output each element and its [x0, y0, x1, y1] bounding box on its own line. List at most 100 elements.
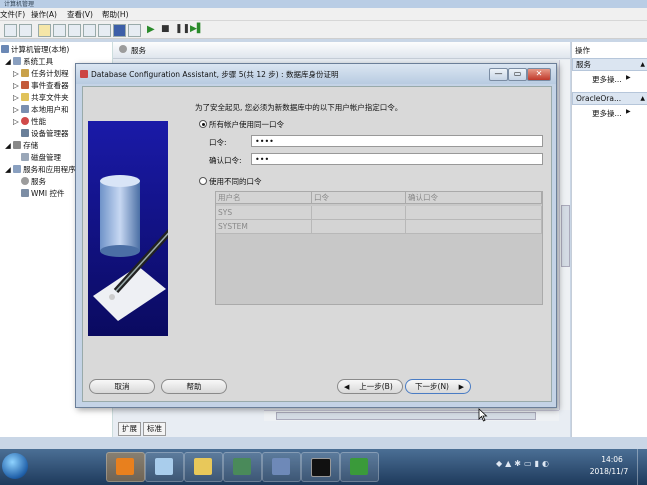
tree-item-storage[interactable]: ◢ 存储 [5, 140, 38, 151]
services-pane-header: 服务 [113, 42, 570, 59]
window-title: 计算机管理 [4, 1, 35, 8]
vertical-scrollbar[interactable] [559, 60, 570, 410]
table-cell-password[interactable] [312, 206, 406, 220]
dialog-title: Database Configuration Assistant, 步骤 5(共… [91, 70, 339, 79]
more-actions-services[interactable]: 更多操... ▶ [592, 74, 631, 85]
wmi-icon [21, 189, 29, 197]
tree-item-computer-management[interactable]: 计算机管理(本地) [1, 44, 69, 55]
instruction-text: 为了安全起见, 您必须为新数据库中的以下用户帐户指定口令。 [195, 103, 403, 112]
scrollbar-thumb[interactable] [276, 412, 536, 420]
menu-action[interactable]: 操作(A) [31, 9, 57, 20]
tree-item-task-scheduler[interactable]: ▷ 任务计划程 [13, 68, 69, 79]
maximize-button[interactable]: ▭ [508, 68, 527, 81]
show-tree-icon[interactable] [53, 24, 66, 37]
collapse-icon[interactable]: ▲ [640, 93, 645, 104]
tree-item-disk-management[interactable]: 磁盘管理 [21, 152, 61, 163]
taskbar-app-computer-management[interactable] [106, 452, 145, 482]
back-button[interactable]: ◀ 上一步(B) [337, 379, 403, 394]
confirm-password-field[interactable]: ••• [251, 153, 543, 165]
clock-date[interactable]: 2018/11/7 [585, 467, 633, 476]
actions-group-oracle[interactable]: OracleOra... ▲ [572, 92, 647, 105]
radio-same-password[interactable]: 所有帐户使用同一口令 [199, 119, 284, 130]
table-cell-confirm[interactable] [406, 206, 542, 220]
folder-up-icon[interactable] [38, 24, 51, 37]
minimize-button[interactable]: — [489, 68, 508, 81]
radio-different-password[interactable]: 使用不同的口令 [199, 176, 262, 187]
properties-icon[interactable] [98, 24, 111, 37]
tree-item-device-manager[interactable]: 设备管理器 [21, 128, 69, 139]
refresh-icon[interactable] [83, 24, 96, 37]
close-button[interactable]: ✕ [527, 68, 551, 81]
horizontal-scrollbar[interactable] [264, 410, 559, 421]
taskbar-app-network[interactable] [262, 452, 301, 482]
collapse-icon[interactable]: ▲ [640, 59, 645, 70]
taskbar-app-database[interactable] [340, 452, 379, 482]
taskbar-app-server[interactable] [145, 452, 184, 482]
submenu-arrow-icon: ▶ [626, 74, 631, 81]
actions-pane: 操作 服务 ▲ 更多操... ▶ OracleOra... ▲ 更多操... ▶ [571, 42, 647, 437]
start-button[interactable] [2, 453, 28, 479]
export-icon[interactable] [68, 24, 81, 37]
shared-folder-icon [21, 93, 30, 101]
column-header-password[interactable]: 口令 [312, 192, 406, 204]
device-manager-icon [21, 129, 29, 137]
dialog-titlebar[interactable]: Database Configuration Assistant, 步骤 5(共… [76, 64, 556, 84]
tree-item-local-users[interactable]: ▷ 本地用户和 [13, 104, 69, 115]
taskbar-app-explorer[interactable] [184, 452, 223, 482]
taskbar-app-cmd[interactable] [301, 452, 340, 482]
help-button[interactable]: 帮助 [161, 379, 227, 394]
cancel-button[interactable]: 取消 [89, 379, 155, 394]
tree-item-services-apps[interactable]: ◢ 服务和应用程序 [5, 164, 76, 175]
password-label: 口令: [209, 138, 227, 147]
disk-icon [21, 153, 29, 161]
back-icon[interactable] [4, 24, 17, 37]
column-header-confirm[interactable]: 确认口令 [406, 192, 542, 204]
window-titlebar: 计算机管理 [0, 0, 647, 8]
table-cell-password[interactable] [312, 220, 406, 234]
storage-icon [13, 141, 22, 149]
tree-item-system-tools[interactable]: ◢ 系统工具 [5, 56, 53, 67]
dbca-illustration [88, 121, 168, 336]
gear-icon [119, 45, 127, 53]
tree-item-event-viewer[interactable]: ▷ 事件查看器 [13, 80, 69, 91]
image-icon [233, 458, 251, 475]
menu-file[interactable]: 文件(F) [0, 9, 25, 20]
tree-item-shared-folders[interactable]: ▷ 共享文件夹 [13, 92, 69, 103]
taskbar: ◆▲✱▭▮◐ 14:06 2018/11/7 [0, 449, 647, 485]
next-button[interactable]: 下一步(N) ▶ [405, 379, 471, 394]
tree-item-services[interactable]: 服务 [21, 176, 46, 187]
tab-standard[interactable]: 标准 [143, 422, 166, 436]
back-arrow-icon: ◀ [344, 383, 350, 391]
computer-icon [1, 45, 9, 53]
play-icon[interactable]: ▶ [147, 24, 155, 35]
actions-group-services[interactable]: 服务 ▲ [572, 58, 647, 71]
tab-extended[interactable]: 扩展 [118, 422, 141, 436]
dbca-dialog: Database Configuration Assistant, 步骤 5(共… [75, 63, 557, 408]
tree-item-performance[interactable]: ▷ 性能 [13, 116, 46, 127]
table-cell-confirm[interactable] [406, 220, 542, 234]
pause-icon[interactable]: ❚❚ [175, 24, 190, 34]
mouse-cursor-icon [478, 408, 488, 422]
view-icon[interactable] [128, 24, 141, 37]
stop-icon[interactable]: ■ [161, 24, 170, 34]
menu-help[interactable]: 帮助(H) [102, 9, 129, 20]
server-icon [155, 458, 173, 475]
taskbar-app-remote[interactable] [223, 452, 262, 482]
more-actions-oracle[interactable]: 更多操... ▶ [592, 108, 631, 119]
help-icon[interactable] [113, 24, 126, 37]
password-field[interactable]: •••• [251, 135, 543, 147]
table-cell-username: SYSTEM [216, 220, 312, 234]
scrollbar-thumb[interactable] [561, 205, 570, 267]
forward-icon[interactable] [19, 24, 32, 37]
clock-icon [21, 69, 30, 77]
tree-item-wmi[interactable]: WMI 控件 [21, 188, 64, 199]
dialog-body: 为了安全起见, 您必须为新数据库中的以下用户帐户指定口令。 所有帐户使用同一口令… [82, 86, 552, 402]
restart-icon[interactable]: ▶▌ [190, 24, 204, 34]
show-desktop-button[interactable] [637, 449, 647, 485]
column-header-username[interactable]: 用户名 [216, 192, 312, 204]
menu-view[interactable]: 查看(V) [67, 9, 93, 20]
system-tray-icons[interactable]: ◆▲✱▭▮◐ [496, 459, 576, 473]
clock-time[interactable]: 14:06 [594, 455, 630, 464]
oracle-app-icon [80, 70, 88, 78]
submenu-arrow-icon: ▶ [626, 108, 631, 115]
